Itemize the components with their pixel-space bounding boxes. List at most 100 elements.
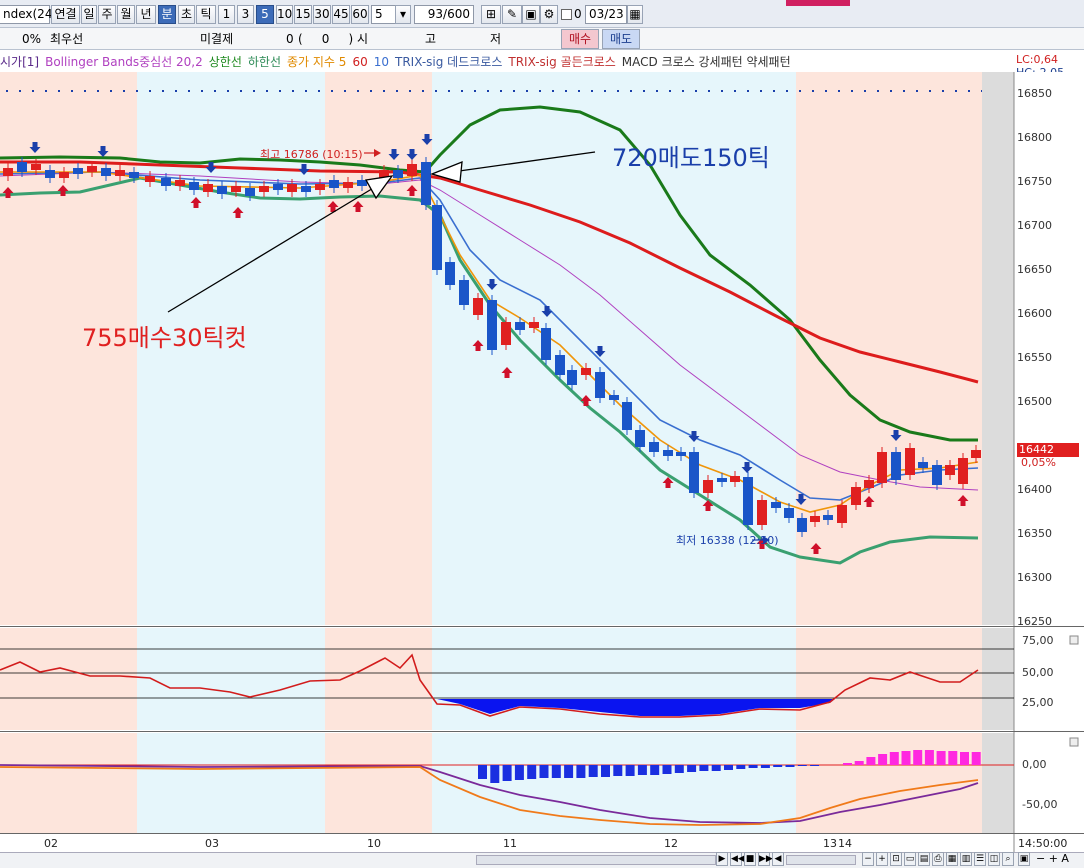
price-tick-10: 16350 <box>1017 527 1052 540</box>
candle-19 <box>273 184 283 190</box>
current-price-label: 16442 <box>1019 443 1054 456</box>
macd-bar-neg-27 <box>810 765 820 766</box>
candle-28 <box>407 164 417 176</box>
sell-note: 720매도150틱 <box>612 144 770 172</box>
price-tick-0: 16850 <box>1017 87 1052 100</box>
zoom-out-icon[interactable]: − <box>862 852 874 866</box>
chart-icon[interactable]: ◫ <box>988 852 1000 866</box>
osc-tick-0: 75,00 <box>1022 634 1054 647</box>
list-icon[interactable]: ☰ <box>974 852 986 866</box>
macd-bar-neg-10 <box>601 765 610 777</box>
candle-69 <box>958 458 968 484</box>
price-tick-7: 16500 <box>1017 395 1052 408</box>
macd-bar-pos-8 <box>936 751 946 765</box>
candle-61 <box>851 487 861 505</box>
window-icon[interactable]: ▭ <box>904 852 916 866</box>
candle-38 <box>541 328 551 360</box>
macd-bar-pos-1 <box>854 761 864 765</box>
candle-14 <box>203 184 213 192</box>
candle-45 <box>635 430 645 447</box>
candle-40 <box>567 370 577 385</box>
osc-tick-2: 25,00 <box>1022 696 1054 709</box>
macd-bar-pos-2 <box>866 757 876 765</box>
scroll-right-icon[interactable]: ▶ <box>716 852 728 866</box>
candle-48 <box>676 452 686 456</box>
macd-bar-pos-6 <box>913 750 923 765</box>
candle-65 <box>905 448 915 475</box>
candle-8 <box>115 170 125 176</box>
fit-icon[interactable]: ⊡ <box>890 852 902 866</box>
candle-67 <box>932 465 942 485</box>
macd-bar-neg-15 <box>662 765 672 774</box>
candle-22 <box>315 184 325 190</box>
scroll-left-icon[interactable]: ◀ <box>772 852 784 866</box>
candle-10 <box>145 176 155 182</box>
macd-bar-neg-1 <box>490 765 500 783</box>
magnify-icon[interactable]: ⌕ <box>1002 852 1014 866</box>
zoom-in-icon[interactable]: + <box>876 852 888 866</box>
macd-bar-neg-19 <box>711 765 721 771</box>
date-tick-2: 10 <box>367 837 381 850</box>
scroll-end-icon[interactable]: ▶▶ <box>758 852 773 866</box>
macd-bar-neg-16 <box>674 765 684 773</box>
candle-35 <box>501 322 511 345</box>
candle-60 <box>837 505 847 523</box>
chart-canvas[interactable] <box>0 0 1084 868</box>
candle-54 <box>757 500 767 525</box>
macd-bar-neg-12 <box>625 765 635 776</box>
candle-5 <box>73 168 83 174</box>
date-tick-6: 14 <box>838 837 852 850</box>
price-tick-3: 16700 <box>1017 219 1052 232</box>
macd-bar-neg-14 <box>650 765 660 775</box>
macd-bar-neg-18 <box>699 765 709 771</box>
date-tick-1: 03 <box>205 837 219 850</box>
candle-53 <box>743 477 753 525</box>
macd-bar-neg-25 <box>785 765 795 767</box>
date-tick-4: 12 <box>664 837 678 850</box>
candle-4 <box>59 172 69 178</box>
config-icon[interactable]: ▣ <box>1018 852 1030 866</box>
zoom-slider[interactable] <box>786 855 856 865</box>
candle-25 <box>357 180 367 186</box>
price-tick-6: 16550 <box>1017 351 1052 364</box>
scroll-track[interactable] <box>476 855 716 865</box>
font-size-controls[interactable]: − + A <box>1036 852 1069 865</box>
macd-bar-pos-10 <box>960 752 969 765</box>
macd-bar-neg-7 <box>564 765 574 778</box>
candle-39 <box>555 355 565 375</box>
candle-49 <box>689 452 699 493</box>
macd-bar-neg-6 <box>551 765 561 778</box>
price-tick-4: 16650 <box>1017 263 1052 276</box>
scroll-begin-icon[interactable]: ◀◀ <box>730 852 745 866</box>
stop-icon[interactable]: ■ <box>744 852 756 866</box>
candle-11 <box>161 178 171 186</box>
macd-bar-pos-4 <box>889 752 899 765</box>
macd-bar-neg-13 <box>637 765 647 775</box>
layout-icon[interactable]: ▤ <box>918 852 930 866</box>
candle-16 <box>231 186 241 192</box>
macd-bar-neg-11 <box>613 765 623 776</box>
table-icon[interactable]: ▥ <box>960 852 972 866</box>
candle-46 <box>649 442 659 452</box>
macd-bar-neg-2 <box>502 765 512 781</box>
grid-icon[interactable]: ▦ <box>946 852 958 866</box>
candle-41 <box>581 368 591 375</box>
price-tick-9: 16400 <box>1017 483 1052 496</box>
candle-42 <box>595 372 605 398</box>
macd-tick-0: 0,00 <box>1022 758 1047 771</box>
macd-bar-neg-26 <box>797 765 807 766</box>
candle-2 <box>31 164 41 170</box>
price-tick-11: 16300 <box>1017 571 1052 584</box>
candle-29 <box>421 162 431 205</box>
low-annotation: 최저 16338 (12:50) <box>676 534 779 547</box>
macd-bar-neg-4 <box>527 765 537 779</box>
print-icon[interactable]: ⎙ <box>932 852 944 866</box>
candle-52 <box>730 476 740 482</box>
candle-55 <box>771 502 781 508</box>
candle-6 <box>87 166 97 172</box>
time-axis-clock: 14:50:00 <box>1018 837 1068 850</box>
macd-bar-neg-0 <box>478 765 487 779</box>
candle-34 <box>487 300 497 350</box>
candle-66 <box>918 462 928 468</box>
candle-31 <box>445 262 455 285</box>
